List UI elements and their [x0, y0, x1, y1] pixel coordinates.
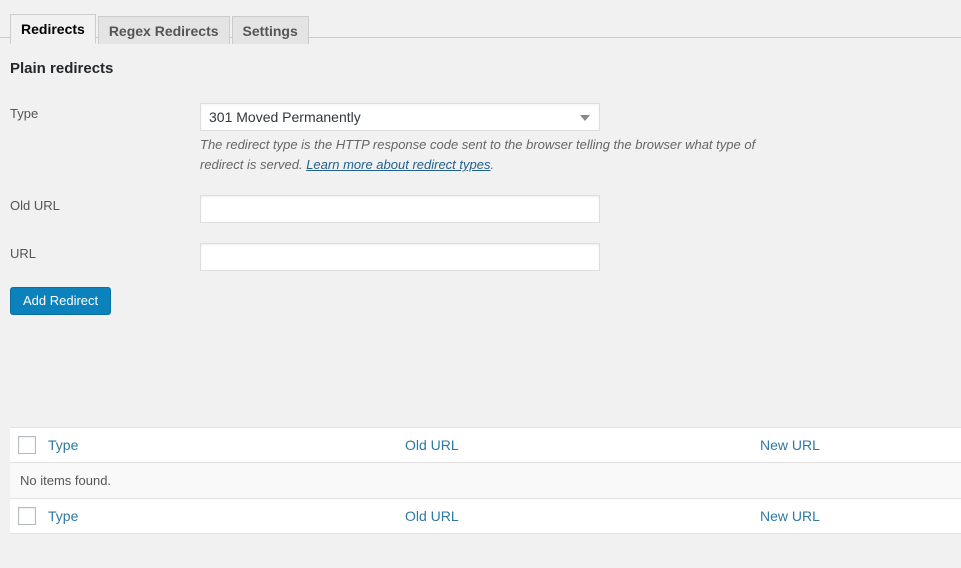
page-title: Plain redirects [10, 60, 114, 77]
column-footer-new-url-link[interactable]: New URL [760, 508, 820, 524]
type-label: Type [10, 106, 39, 121]
form-row-type: Type 301 Moved Permanently The redirect … [0, 93, 961, 185]
column-header-type-link[interactable]: Type [48, 437, 78, 453]
table-footer-row: Type Old URL New URL [10, 498, 961, 534]
form-submit-area: Add Redirect [0, 281, 961, 316]
form-row-old-url: Old URL [0, 185, 961, 233]
column-header-new-url: New URL [760, 427, 961, 463]
new-url-label: URL [10, 246, 37, 262]
redirects-list-table-wrap: Type Old URL New URL No items found. Typ… [10, 427, 961, 534]
type-description-text-after: . [490, 157, 495, 173]
new-url-field-cell [200, 233, 961, 281]
select-all-header [10, 427, 48, 463]
redirect-type-select[interactable]: 301 Moved Permanently [200, 103, 600, 131]
chevron-down-icon [580, 115, 590, 121]
form-row-new-url: URL [0, 233, 961, 281]
column-header-old-url: Old URL [405, 427, 760, 463]
column-footer-old-url-link[interactable]: Old URL [405, 508, 459, 524]
old-url-field-cell [200, 185, 961, 233]
table-header-row: Type Old URL New URL [10, 427, 961, 463]
add-redirect-form: Type 301 Moved Permanently The redirect … [0, 93, 961, 281]
select-all-checkbox[interactable] [18, 436, 36, 454]
tab-redirects[interactable]: Redirects [10, 14, 96, 44]
column-footer-type-link[interactable]: Type [48, 508, 78, 524]
type-field-cell: 301 Moved Permanently The redirect type … [200, 93, 961, 185]
tab-regex-redirects[interactable]: Regex Redirects [97, 16, 230, 44]
table-empty-message: No items found. [10, 462, 961, 499]
type-description: The redirect type is the HTTP response c… [200, 135, 795, 175]
new-url-input[interactable] [200, 243, 600, 272]
column-footer-type: Type [48, 498, 405, 534]
table-empty-row: No items found. [10, 462, 961, 499]
column-footer-old-url: Old URL [405, 498, 760, 534]
redirects-list-table: Type Old URL New URL No items found. Typ… [10, 427, 961, 534]
tab-settings[interactable]: Settings [231, 16, 309, 44]
select-all-footer-checkbox[interactable] [18, 507, 36, 525]
redirect-type-selected-value: 301 Moved Permanently [209, 108, 361, 125]
add-redirect-button[interactable]: Add Redirect [10, 287, 112, 316]
select-all-footer-header [10, 498, 48, 534]
column-header-new-url-link[interactable]: New URL [760, 437, 820, 453]
column-header-old-url-link[interactable]: Old URL [405, 437, 459, 453]
column-footer-new-url: New URL [760, 498, 961, 534]
learn-more-link[interactable]: Learn more about redirect types [306, 157, 490, 172]
old-url-input[interactable] [200, 195, 600, 224]
column-header-type: Type [48, 427, 405, 463]
tab-bar: Redirects Regex Redirects Settings [0, 0, 961, 44]
old-url-label: Old URL [10, 198, 60, 214]
